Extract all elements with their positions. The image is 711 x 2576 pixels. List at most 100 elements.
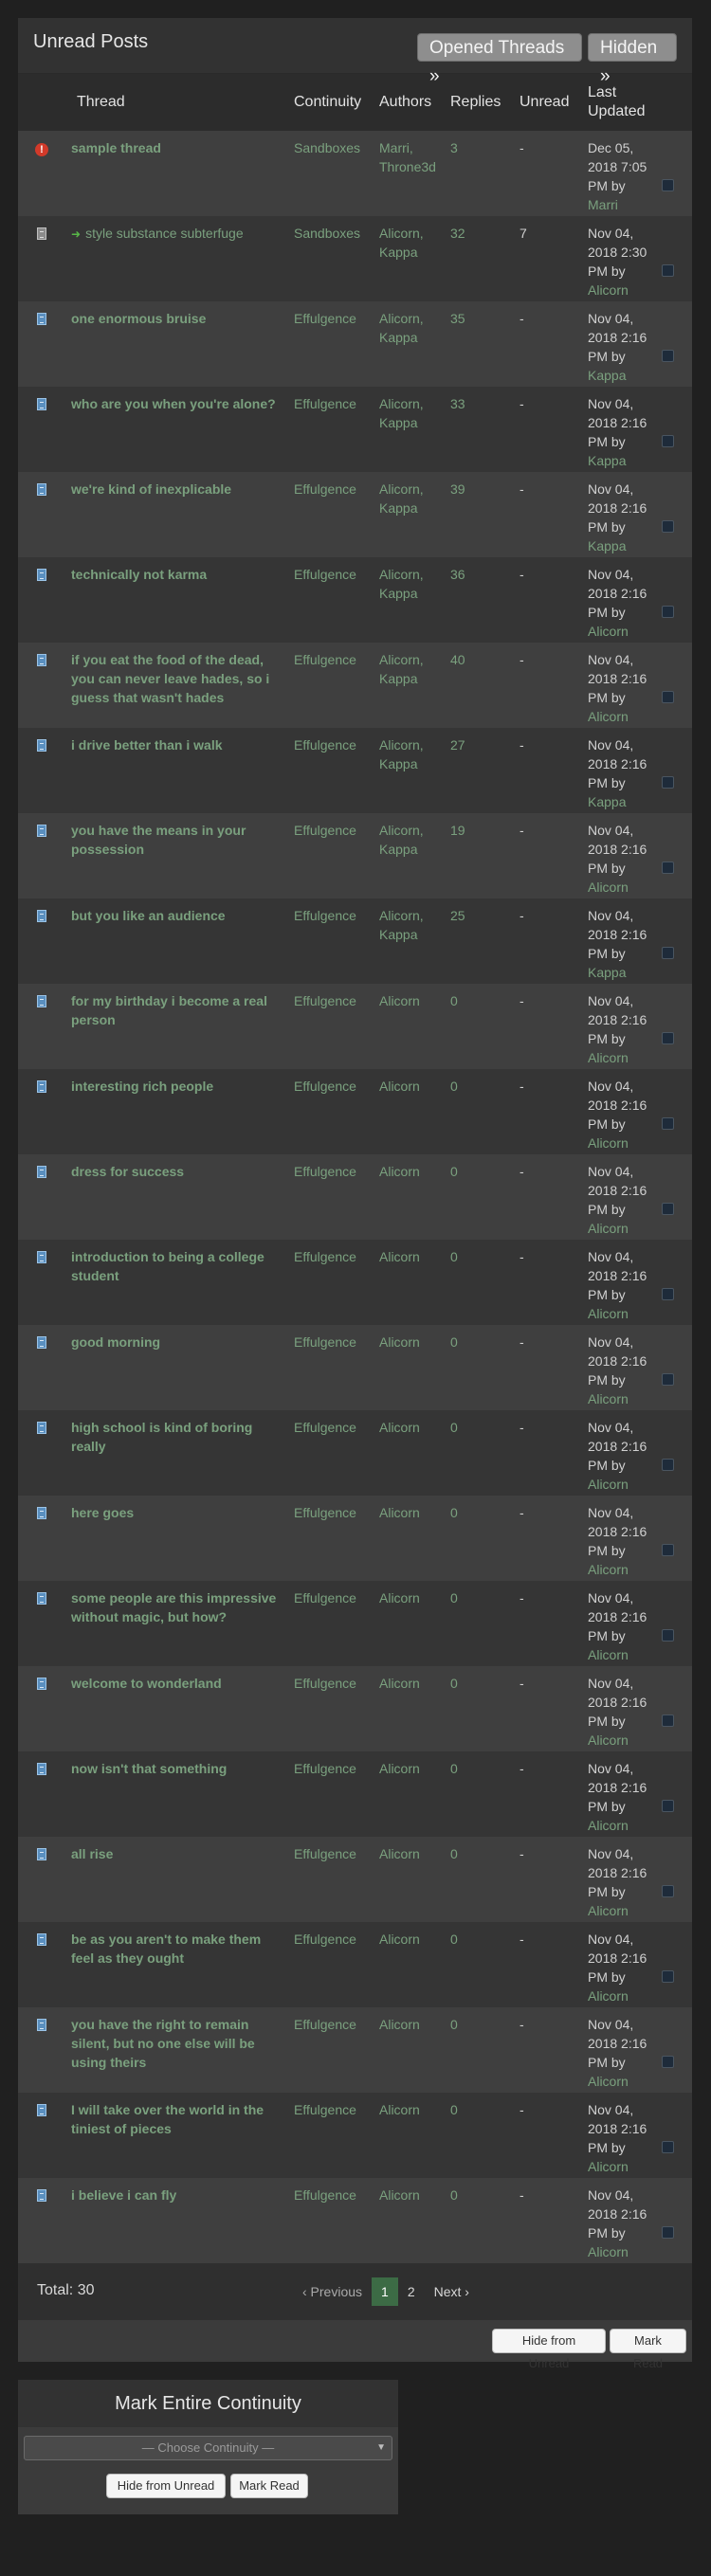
row-checkbox[interactable] [662, 1032, 674, 1044]
row-checkbox[interactable] [662, 520, 674, 533]
authors-link[interactable]: Alicorn, Kappa [379, 652, 424, 686]
header-continuity[interactable]: Continuity [288, 74, 374, 131]
last-updated-author-link[interactable]: Alicorn [588, 1221, 629, 1236]
last-updated-author-link[interactable]: Alicorn [588, 1562, 629, 1577]
row-checkbox[interactable] [662, 264, 674, 277]
jump-to-unread-arrow-icon[interactable]: ➜ [71, 225, 81, 244]
thread-title-link[interactable]: interesting rich people [71, 1079, 213, 1094]
last-updated-author-link[interactable]: Alicorn [588, 2244, 629, 2259]
continuity-link[interactable]: Effulgence [294, 481, 356, 497]
row-checkbox[interactable] [662, 1373, 674, 1386]
continuity-link[interactable]: Effulgence [294, 1079, 356, 1094]
row-checkbox[interactable] [662, 1629, 674, 1642]
row-checkbox[interactable] [662, 2056, 674, 2068]
replies-link[interactable]: 0 [450, 1249, 458, 1264]
replies-link[interactable]: 27 [450, 737, 465, 753]
replies-link[interactable]: 0 [450, 1334, 458, 1350]
thread-title-link[interactable]: i believe i can fly [71, 2187, 176, 2203]
row-checkbox[interactable] [662, 606, 674, 618]
thread-title-link[interactable]: but you like an audience [71, 908, 226, 923]
authors-link[interactable]: Alicorn [379, 2187, 420, 2203]
replies-link[interactable]: 33 [450, 396, 465, 411]
last-updated-author-link[interactable]: Marri [588, 197, 618, 212]
authors-link[interactable]: Alicorn [379, 1334, 420, 1350]
continuity-link[interactable]: Effulgence [294, 1846, 356, 1861]
thread-title-link[interactable]: you have the right to remain silent, but… [71, 2017, 255, 2070]
authors-link[interactable]: Alicorn, Kappa [379, 567, 424, 601]
row-checkbox[interactable] [662, 1800, 674, 1812]
replies-link[interactable]: 25 [450, 908, 465, 923]
continuity-link[interactable]: Effulgence [294, 1505, 356, 1520]
continuity-link[interactable]: Effulgence [294, 908, 356, 923]
thread-title-link[interactable]: now isn't that something [71, 1761, 227, 1776]
thread-title-link[interactable]: if you eat the food of the dead, you can… [71, 652, 269, 705]
authors-link[interactable]: Alicorn, Kappa [379, 823, 424, 857]
last-updated-author-link[interactable]: Alicorn [588, 1903, 629, 1918]
authors-link[interactable]: Alicorn [379, 1505, 420, 1520]
authors-link[interactable]: Alicorn, Kappa [379, 481, 424, 516]
last-updated-author-link[interactable]: Alicorn [588, 1732, 629, 1748]
row-checkbox[interactable] [662, 1544, 674, 1556]
authors-link[interactable]: Alicorn, Kappa [379, 396, 424, 430]
continuity-link[interactable]: Effulgence [294, 1249, 356, 1264]
row-checkbox[interactable] [662, 1970, 674, 1983]
thread-title-link[interactable]: style substance subterfuge [85, 226, 244, 241]
continuity-link[interactable]: Effulgence [294, 1676, 356, 1691]
continuity-link[interactable]: Effulgence [294, 396, 356, 411]
row-checkbox[interactable] [662, 691, 674, 703]
replies-link[interactable]: 3 [450, 140, 458, 155]
replies-link[interactable]: 40 [450, 652, 465, 667]
replies-link[interactable]: 35 [450, 311, 465, 326]
continuity-link[interactable]: Effulgence [294, 737, 356, 753]
last-updated-author-link[interactable]: Alicorn [588, 709, 629, 724]
replies-link[interactable]: 0 [450, 2102, 458, 2117]
page-link-2[interactable]: 2 [398, 2277, 425, 2306]
authors-link[interactable]: Alicorn [379, 1164, 420, 1179]
authors-link[interactable]: Alicorn [379, 2017, 420, 2032]
continuity-link[interactable]: Effulgence [294, 1932, 356, 1947]
header-unread[interactable]: Unread [514, 74, 582, 131]
authors-link[interactable]: Alicorn [379, 2102, 420, 2117]
continuity-link[interactable]: Effulgence [294, 2102, 356, 2117]
replies-link[interactable]: 0 [450, 1676, 458, 1691]
thread-title-link[interactable]: sample thread [71, 140, 161, 155]
continuity-hide-from-unread-button[interactable]: Hide from Unread [106, 2474, 226, 2498]
thread-title-link[interactable]: high school is kind of boring really [71, 1420, 252, 1454]
header-replies[interactable]: Replies [445, 74, 514, 131]
hide-from-unread-button[interactable]: Hide from Unread [492, 2329, 606, 2370]
replies-link[interactable]: 0 [450, 1590, 458, 1605]
authors-link[interactable]: Alicorn [379, 1761, 420, 1776]
continuity-link[interactable]: Effulgence [294, 1420, 356, 1435]
continuity-link[interactable]: Effulgence [294, 652, 356, 667]
authors-link[interactable]: Alicorn, Kappa [379, 737, 424, 771]
last-updated-author-link[interactable]: Alicorn [588, 1135, 629, 1151]
continuity-link[interactable]: Effulgence [294, 567, 356, 582]
last-updated-author-link[interactable]: Alicorn [588, 2074, 629, 2089]
replies-link[interactable]: 0 [450, 1761, 458, 1776]
continuity-link[interactable]: Sandboxes [294, 226, 360, 241]
last-updated-author-link[interactable]: Alicorn [588, 2159, 629, 2174]
last-updated-author-link[interactable]: Kappa [588, 368, 626, 383]
thread-title-link[interactable]: dress for success [71, 1164, 184, 1179]
continuity-link[interactable]: Effulgence [294, 1761, 356, 1776]
last-updated-author-link[interactable]: Alicorn [588, 1477, 629, 1492]
hidden-button[interactable]: Hidden » [588, 33, 677, 86]
thread-title-link[interactable]: who are you when you're alone? [71, 396, 276, 411]
continuity-link[interactable]: Effulgence [294, 823, 356, 838]
row-checkbox[interactable] [662, 2141, 674, 2153]
replies-link[interactable]: 19 [450, 823, 465, 838]
thread-title-link[interactable]: good morning [71, 1334, 160, 1350]
authors-link[interactable]: Alicorn [379, 1249, 420, 1264]
page-link-1[interactable]: 1 [372, 2277, 398, 2306]
authors-link[interactable]: Marri, Throne3d [379, 140, 436, 174]
authors-link[interactable]: Alicorn [379, 1079, 420, 1094]
last-updated-author-link[interactable]: Alicorn [588, 880, 629, 895]
authors-link[interactable]: Alicorn, Kappa [379, 908, 424, 942]
last-updated-author-link[interactable]: Alicorn [588, 282, 629, 298]
row-checkbox[interactable] [662, 1459, 674, 1471]
continuity-link[interactable]: Effulgence [294, 2017, 356, 2032]
authors-link[interactable]: Alicorn [379, 1846, 420, 1861]
last-updated-author-link[interactable]: Kappa [588, 453, 626, 468]
row-checkbox[interactable] [662, 350, 674, 362]
thread-title-link[interactable]: be as you aren't to make them feel as th… [71, 1932, 261, 1966]
